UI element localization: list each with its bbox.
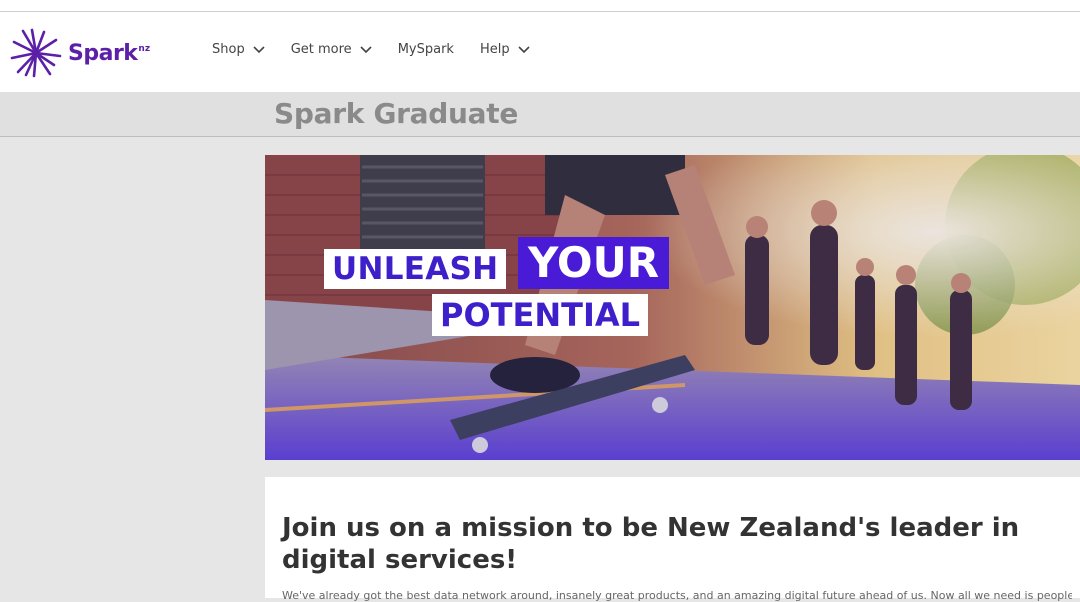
hero-photo bbox=[265, 155, 1080, 460]
spark-logo[interactable]: Spark nz bbox=[10, 28, 150, 78]
nav-shop-label: Shop bbox=[212, 42, 245, 57]
chevron-down-icon bbox=[253, 45, 265, 53]
hero-image bbox=[265, 155, 1080, 460]
tagline-unleash: UNLEASH bbox=[324, 249, 507, 289]
page-title-bar: Spark Graduate bbox=[0, 92, 1080, 137]
chevron-down-icon bbox=[518, 45, 530, 53]
site-header: Spark nz Shop Get more MySpark Help bbox=[0, 12, 1080, 92]
chevron-down-icon bbox=[360, 45, 372, 53]
main-nav: Shop Get more MySpark Help bbox=[212, 42, 556, 57]
content-card: Join us on a mission to be New Zealand's… bbox=[265, 477, 1080, 602]
brand-sup: nz bbox=[138, 44, 151, 54]
spark-star-icon bbox=[10, 28, 62, 78]
nav-myspark-label: MySpark bbox=[397, 42, 454, 57]
nav-get-more-label: Get more bbox=[290, 42, 352, 57]
nav-myspark[interactable]: MySpark bbox=[398, 42, 454, 57]
page-title: Spark Graduate bbox=[274, 97, 519, 130]
mission-headline: Join us on a mission to be New Zealand's… bbox=[282, 513, 1020, 575]
tagline-potential: POTENTIAL bbox=[432, 294, 649, 336]
intro-paragraph: We've already got the best data network … bbox=[282, 589, 1072, 602]
nav-shop[interactable]: Shop bbox=[212, 42, 265, 57]
nav-help[interactable]: Help bbox=[480, 42, 530, 57]
tagline-your: YOUR bbox=[518, 237, 670, 289]
top-strip bbox=[0, 0, 1080, 12]
nav-get-more[interactable]: Get more bbox=[291, 42, 372, 57]
nav-help-label: Help bbox=[479, 42, 510, 57]
brand-name: Spark bbox=[68, 40, 138, 66]
